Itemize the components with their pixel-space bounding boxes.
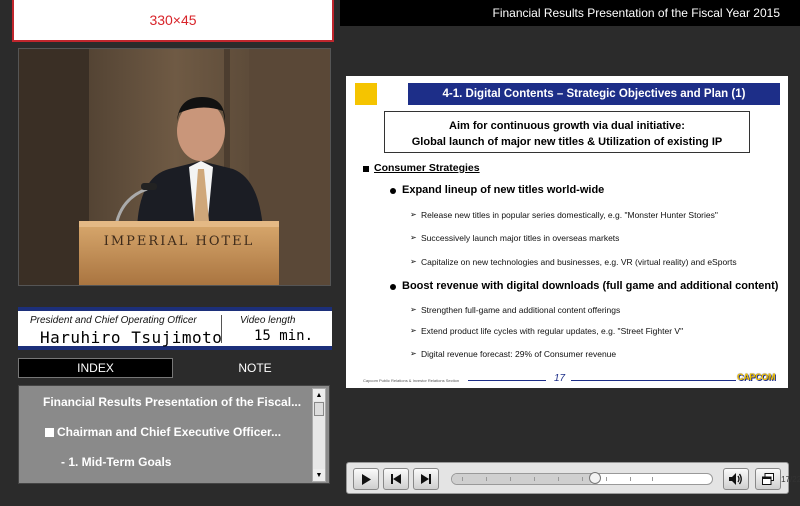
- arrow-bullet-icon: ➢: [410, 233, 417, 242]
- banner-text: 330×45: [149, 12, 197, 28]
- bullet-1: Expand lineup of new titles world-wide: [402, 184, 605, 196]
- footer-rule: [571, 380, 736, 381]
- left-panel: 330×45 IMPERIAL HOTEL President and Chie…: [0, 0, 340, 506]
- summary-line-2: Global launch of major new titles & Util…: [411, 136, 723, 148]
- chapter-tick: [558, 477, 559, 481]
- presentation-title: Financial Results Presentation of the Fi…: [492, 6, 780, 20]
- video-player[interactable]: IMPERIAL HOTEL: [18, 48, 331, 286]
- chapter-tick: [534, 477, 535, 481]
- chapter-tick: [510, 477, 511, 481]
- card-divider: [221, 315, 222, 343]
- speaker-icon: [729, 473, 742, 485]
- play-button[interactable]: [353, 468, 379, 490]
- chapter-tick: [652, 477, 653, 481]
- tab-note[interactable]: NOTE: [178, 358, 332, 378]
- sub-bullet: Successively launch major titles in over…: [421, 233, 620, 243]
- slide-view: 4-1. Digital Contents – Strategic Object…: [346, 76, 788, 388]
- scroll-down-icon[interactable]: ▼: [313, 469, 325, 481]
- seek-progress: [452, 474, 595, 484]
- popout-button[interactable]: [755, 468, 781, 490]
- podium-sign: IMPERIAL HOTEL: [104, 234, 255, 249]
- footer-rule: [468, 380, 546, 381]
- bullet-2: Boost revenue with digital downloads (fu…: [402, 280, 779, 292]
- list-item-label: Financial Results Presentation of the Fi…: [43, 395, 302, 409]
- slide-footer-text: Capcom Public Relations & Investor Relat…: [363, 378, 460, 383]
- previous-button[interactable]: [383, 468, 409, 490]
- slide-summary-box: Aim for continuous growth via dual initi…: [384, 111, 750, 153]
- list-item-label: - 1. Mid-Term Goals: [61, 455, 172, 469]
- slide-header: 4-1. Digital Contents – Strategic Object…: [408, 83, 780, 105]
- square-bullet-icon: [363, 166, 369, 172]
- chapter-tick: [630, 477, 631, 481]
- sub-bullet: Extend product life cycles with regular …: [421, 326, 684, 336]
- sub-bullet: Release new titles in popular series dom…: [421, 210, 718, 220]
- sub-bullet: Capitalize on new technologies and busin…: [421, 257, 737, 267]
- seek-bar[interactable]: 12:17/22:11: [451, 472, 800, 485]
- chapter-tick: [486, 477, 487, 481]
- arrow-bullet-icon: ➢: [410, 257, 417, 266]
- player-controls: 12:17/22:11: [346, 462, 800, 494]
- speaker-role: President and Chief Operating Officer: [30, 315, 197, 326]
- index-list: Financial Results Presentation of the Fi…: [18, 385, 330, 484]
- chapter-tick: [582, 477, 583, 481]
- section-heading: Consumer Strategies: [374, 162, 480, 174]
- window-restore-icon: [762, 473, 774, 485]
- list-item[interactable]: Chairman and Chief Executive Officer...: [19, 418, 309, 446]
- square-bullet-icon: [45, 427, 54, 437]
- round-bullet-icon: [390, 284, 396, 290]
- arrow-bullet-icon: ➢: [410, 210, 417, 219]
- slide-page-number: 17: [554, 373, 566, 384]
- right-panel: Financial Results Presentation of the Fi…: [340, 0, 800, 506]
- panel-tabs: INDEX NOTE: [18, 358, 332, 378]
- sub-bullet: Strengthen full-game and additional cont…: [421, 305, 621, 315]
- banner-ad-placeholder[interactable]: 330×45: [12, 0, 334, 42]
- list-item[interactable]: Financial Results Presentation of the Fi…: [19, 388, 309, 416]
- scroll-up-icon[interactable]: ▲: [313, 389, 325, 401]
- chapter-tick: [462, 477, 463, 481]
- presentation-title-bar: Financial Results Presentation of the Fi…: [340, 0, 800, 26]
- tab-index[interactable]: INDEX: [18, 358, 173, 378]
- chapter-tick: [606, 477, 607, 481]
- video-length-value: 15 min.: [254, 328, 314, 344]
- skip-forward-icon: [421, 474, 431, 484]
- next-button[interactable]: [413, 468, 439, 490]
- summary-line-1: Aim for continuous growth via dual initi…: [449, 120, 685, 132]
- index-scrollbar[interactable]: ▲ ▼: [312, 388, 326, 482]
- speaker-name: Haruhiro Tsujimoto: [40, 328, 223, 347]
- slide-corner-square: [355, 83, 377, 105]
- arrow-bullet-icon: ➢: [410, 326, 417, 335]
- list-item-label: Chairman and Chief Executive Officer...: [57, 425, 282, 439]
- scroll-thumb[interactable]: [314, 402, 324, 416]
- sub-bullet: Digital revenue forecast: 29% of Consume…: [421, 349, 617, 359]
- skip-back-icon: [391, 474, 401, 484]
- play-icon: [362, 473, 371, 485]
- arrow-bullet-icon: ➢: [410, 349, 417, 358]
- capcom-logo: CAPCOM: [737, 372, 776, 382]
- arrow-bullet-icon: ➢: [410, 305, 417, 314]
- seek-thumb[interactable]: [589, 472, 601, 484]
- video-frame: IMPERIAL HOTEL: [19, 49, 330, 285]
- speaker-card: President and Chief Operating Officer Ha…: [18, 307, 332, 350]
- video-length-label: Video length: [240, 315, 296, 326]
- round-bullet-icon: [390, 188, 396, 194]
- list-item[interactable]: - 1. Mid-Term Goals: [19, 448, 309, 476]
- volume-button[interactable]: [723, 468, 749, 490]
